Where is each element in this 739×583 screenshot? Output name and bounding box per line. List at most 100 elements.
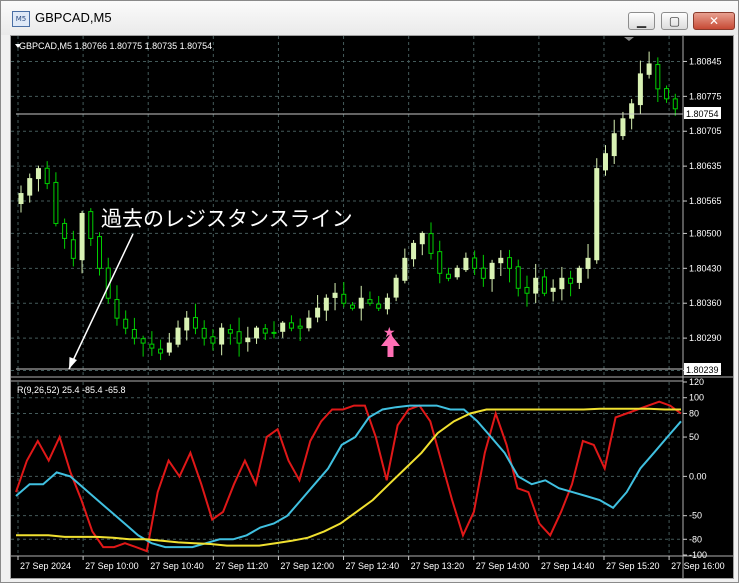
time-tick-label: 27 Sep 15:20	[606, 561, 660, 571]
price-tick-label: 1.80290	[689, 333, 722, 343]
candle-body	[358, 297, 364, 309]
candle-body	[254, 327, 260, 339]
candle-body	[646, 63, 652, 75]
candle-body	[332, 292, 338, 298]
candle-body	[585, 257, 591, 269]
candle-body	[192, 317, 198, 329]
candle-body	[210, 336, 216, 344]
candle-body	[611, 133, 617, 157]
candle-body	[131, 329, 137, 339]
candle-body	[236, 331, 242, 344]
time-tick-label: 27 Sep 10:00	[85, 561, 139, 571]
candle-body	[594, 168, 600, 261]
candle-body	[219, 327, 225, 345]
indicator-label: R(9,26,52) 25.4 -85.4 -65.8	[17, 385, 126, 395]
candle-body	[166, 342, 172, 353]
candle-body	[480, 267, 486, 279]
time-tick-label: 27 Sep 14:00	[476, 561, 530, 571]
candle-body	[629, 103, 635, 119]
candle-body	[489, 262, 495, 280]
candle-body	[576, 267, 582, 283]
candle-body	[140, 338, 146, 344]
chart-canvas[interactable]: GBPCAD,M5 1.80766 1.80775 1.80735 1.8075…	[11, 36, 733, 578]
price-tick-label: 1.80500	[689, 228, 722, 238]
candle-body	[672, 98, 678, 110]
candle-body	[262, 328, 268, 334]
candle-body	[184, 317, 190, 331]
candle-body	[315, 307, 321, 318]
candle-body	[323, 297, 329, 311]
price-tick-label: 1.80565	[689, 196, 722, 206]
price-tick-label: 1.80635	[689, 161, 722, 171]
time-tick-label: 27 Sep 12:40	[346, 561, 400, 571]
price-tick-label: 1.80705	[689, 126, 722, 136]
candle-body	[280, 322, 286, 332]
price-tick-label: 1.80775	[689, 91, 722, 101]
indicator-tick-label: -80	[689, 534, 702, 544]
window-title: GBPCAD,M5	[35, 10, 112, 25]
indicator-tick-label: 100	[689, 393, 704, 403]
candle-body	[376, 303, 382, 309]
current-price-label: 1.80754	[686, 109, 719, 119]
price-tick-label: 1.80430	[689, 263, 722, 273]
candle-body	[655, 64, 661, 90]
price-tick-label: 1.80845	[689, 56, 722, 66]
candle-body	[175, 327, 181, 345]
candle-body	[35, 168, 41, 180]
candle-body	[227, 329, 233, 334]
symbol-info: GBPCAD,M5 1.80766 1.80775 1.80735 1.8075…	[19, 41, 212, 51]
price-tick-label: 1.80360	[689, 298, 722, 308]
candle-body	[79, 212, 85, 261]
candle-body	[271, 331, 277, 334]
candle-body	[97, 236, 103, 269]
candle-body	[550, 287, 556, 292]
candle-body	[306, 317, 312, 329]
indicator-tick-label: 120	[689, 377, 704, 387]
resistance-price-label: 1.80239	[686, 365, 719, 375]
candle-body	[664, 88, 670, 100]
time-tick-label: 27 Sep 13:20	[411, 561, 465, 571]
time-tick-label: 27 Sep 12:00	[280, 561, 334, 571]
candle-body	[472, 257, 478, 269]
candle-body	[44, 167, 50, 185]
candle-body	[149, 343, 155, 349]
candle-body	[297, 325, 303, 329]
candle-body	[393, 277, 399, 298]
chart-area[interactable]: GBPCAD,M5 1.80766 1.80775 1.80735 1.8075…	[10, 35, 734, 579]
candle-body	[53, 181, 59, 224]
close-button[interactable]: ✕	[693, 12, 735, 30]
candle-body	[637, 73, 643, 106]
candle-body	[419, 232, 425, 245]
candle-body	[620, 118, 626, 137]
candle-body	[88, 211, 94, 239]
title-bar[interactable]: M5 GBPCAD,M5 ▁ ▢ ✕	[1, 1, 738, 35]
candle-body	[533, 277, 539, 294]
indicator-tick-label: -50	[689, 511, 702, 521]
candle-body	[411, 242, 417, 260]
candle-body	[123, 318, 129, 329]
chart-window-icon: M5	[12, 11, 30, 27]
candle-body	[27, 178, 33, 196]
candle-body	[541, 276, 547, 294]
candle-body	[437, 251, 443, 274]
minimize-button[interactable]: ▁	[628, 12, 655, 30]
candle-body	[62, 222, 68, 239]
maximize-button[interactable]: ▢	[661, 12, 688, 30]
candle-body	[18, 193, 24, 205]
candle-body	[70, 239, 76, 259]
candle-body	[524, 286, 530, 294]
candle-body	[288, 322, 294, 329]
candle-body	[201, 327, 207, 339]
candle-body	[428, 233, 434, 254]
indicator-tick-label: 80	[689, 408, 699, 418]
candle-body	[402, 257, 408, 281]
candle-body	[367, 299, 373, 304]
candle-body	[559, 277, 565, 290]
candle-body	[245, 337, 251, 343]
candle-body	[602, 153, 608, 171]
candle-body	[507, 257, 513, 269]
candle-body	[445, 273, 451, 279]
indicator-tick-label: -100	[689, 550, 707, 560]
annotation-text: 過去のレジスタンスライン	[101, 208, 353, 231]
indicator-tick-label: 0.00	[689, 471, 707, 481]
